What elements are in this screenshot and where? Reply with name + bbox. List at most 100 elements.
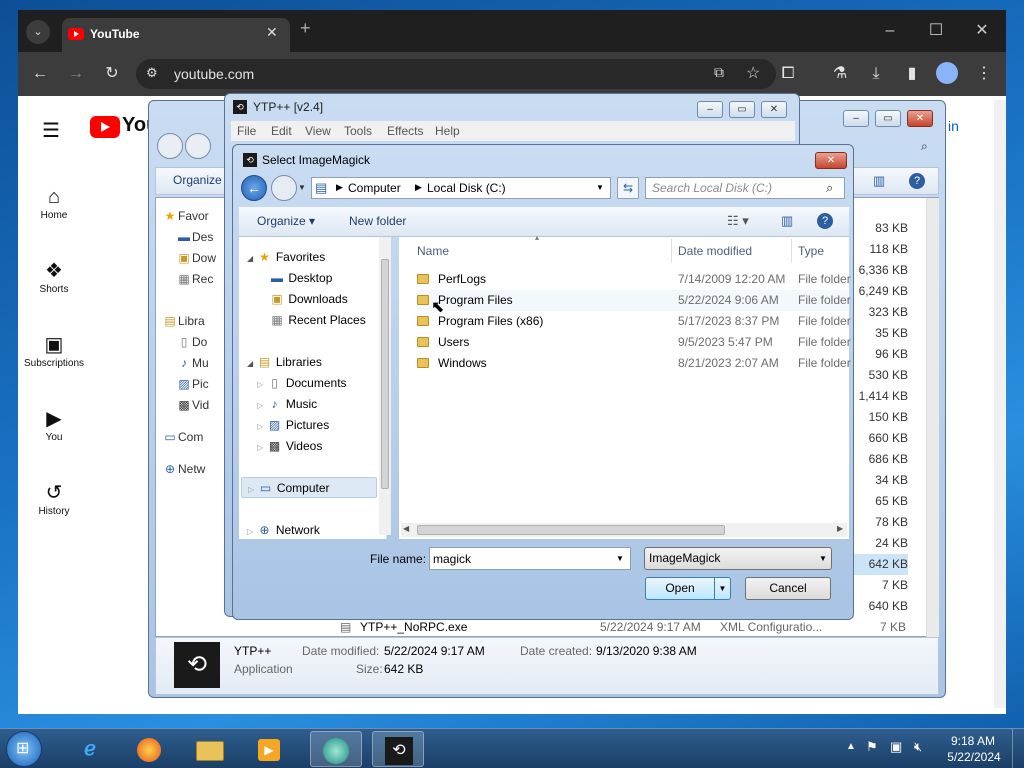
collapsed-arrow-icon[interactable]: ▷ (257, 422, 263, 431)
explorer-preview-pane-icon[interactable]: ▥ (873, 173, 885, 189)
file-row-program-files-x86[interactable]: Program Files (x86) 5/17/2023 8:37 PM Fi… (417, 311, 851, 332)
expand-arrow-icon[interactable]: ◢ (247, 254, 253, 263)
explorer-organize-button[interactable]: Organize (173, 173, 222, 187)
menu-kebab-icon[interactable]: ⋮ (970, 60, 998, 88)
action-center-flag-icon[interactable]: ⚑ (866, 739, 878, 755)
ytp-minimize-button[interactable]: – (697, 101, 723, 118)
explorer-forward-button[interactable] (185, 133, 211, 159)
refresh-button[interactable]: ⇆ (617, 177, 639, 199)
expand-arrow-icon[interactable]: ◢ (247, 359, 253, 368)
horizontal-scrollbar[interactable]: ◀ ▶ (401, 523, 847, 537)
cancel-button[interactable]: Cancel (745, 577, 831, 600)
taskbar-firefox[interactable] (124, 731, 176, 767)
install-app-icon[interactable]: ⧉ (714, 64, 724, 81)
labs-icon[interactable]: ⚗ (826, 60, 854, 88)
new-folder-button[interactable]: New folder (349, 214, 406, 228)
extensions-icon[interactable]: ⧠ (774, 60, 802, 88)
new-tab-button[interactable]: + (300, 18, 311, 39)
nav-documents[interactable]: ▷ ▯ Documents (257, 373, 347, 394)
start-button[interactable]: ⊞ (6, 731, 42, 767)
nav-network[interactable]: ▷ ⊕ Network (247, 520, 320, 541)
menu-effects[interactable]: Effects (387, 124, 423, 138)
nav-recent-places[interactable]: ▦ Recent Places (269, 310, 365, 331)
taskbar-app-green[interactable] (310, 731, 362, 767)
explorer-minimize-button[interactable]: – (843, 110, 869, 127)
volume-muted-icon[interactable]: 🔇︎ (914, 739, 922, 755)
taskbar-media[interactable]: ▶ (244, 731, 296, 767)
filename-dropdown-icon[interactable]: ▼ (616, 554, 624, 563)
sidebar-item-you[interactable]: ▶ You (18, 406, 90, 443)
nav-music[interactable]: ▷ ♪ Music (257, 394, 317, 415)
explorer-close-button[interactable]: ✕ (907, 110, 933, 127)
network-tray-icon[interactable]: ▣ (890, 739, 902, 755)
tab-youtube[interactable]: YouTube ✕ (62, 18, 290, 52)
menu-tools[interactable]: Tools (344, 124, 372, 138)
bookmark-star-icon[interactable]: ☆ (746, 63, 760, 83)
profile-avatar-icon[interactable] (936, 62, 958, 84)
taskbar-ie[interactable]: ℯ (64, 731, 116, 767)
nav-computer[interactable]: ▷ ▭ Computer (241, 477, 377, 498)
file-row-users[interactable]: Users 9/5/2023 5:47 PM File folder (417, 332, 851, 353)
explorer-file-row[interactable]: ▤ YTP++_NoRPC.exe 5/22/2024 9:17 AM XML … (340, 617, 910, 638)
site-info-icon[interactable]: ⚙ (146, 65, 158, 81)
explorer-back-button[interactable] (157, 133, 183, 159)
download-icon[interactable]: ⤓ (862, 60, 890, 88)
breadcrumb-local-disk[interactable]: Local Disk (C:) (427, 181, 506, 195)
ytp-maximize-button[interactable]: ▭ (729, 101, 755, 118)
dialog-forward-button[interactable] (271, 175, 297, 201)
explorer-help-icon[interactable]: ? (909, 173, 925, 189)
file-row-perflogs[interactable]: PerfLogs 7/14/2009 12:20 AM File folder (417, 269, 851, 290)
sidebar-item-subscriptions[interactable]: ▣ Subscriptions (18, 332, 90, 369)
menu-file[interactable]: File (237, 124, 256, 138)
recent-locations-icon[interactable]: ▼ (298, 183, 306, 192)
nav-favorites[interactable]: ◢ ★ Favorites (247, 247, 325, 268)
sign-in-fragment[interactable]: in (948, 118, 959, 134)
column-header-type[interactable]: Type (798, 239, 824, 263)
menu-edit[interactable]: Edit (271, 124, 292, 138)
tab-close-icon[interactable]: ✕ (266, 24, 278, 41)
explorer-search-icon[interactable]: ⌕ (921, 139, 928, 154)
address-bar[interactable]: ▤ ▶ Computer ▶ Local Disk (C:) ▼ (311, 177, 611, 199)
collapsed-arrow-icon[interactable]: ▷ (247, 527, 253, 536)
show-desktop-button[interactable] (1012, 729, 1024, 768)
file-type-select[interactable]: ImageMagick ▼ (644, 547, 832, 570)
file-row-program-files[interactable]: Program Files 5/22/2024 9:06 AM File fol… (417, 290, 851, 311)
collapsed-arrow-icon[interactable]: ▷ (257, 401, 263, 410)
reload-icon[interactable]: ↻ (98, 60, 126, 88)
view-options-icon[interactable]: ☷ ▾ (727, 213, 749, 229)
sidebar-item-history[interactable]: ↺ History (18, 480, 90, 517)
nav-videos[interactable]: ▷ ▩ Videos (257, 436, 322, 457)
maximize-button[interactable]: ☐ (916, 18, 956, 44)
explorer-scrollbar[interactable] (926, 198, 939, 638)
nav-libraries[interactable]: ◢ ▤ Libraries (247, 352, 322, 373)
nav-scrollbar[interactable] (379, 237, 391, 535)
open-split-dropdown-icon[interactable]: ▼ (714, 578, 730, 599)
column-header-date[interactable]: Date modified (678, 239, 752, 263)
tray-overflow-icon[interactable]: ▲ (846, 741, 856, 752)
address-dropdown-icon[interactable]: ▼ (596, 183, 604, 192)
sidebar-item-shorts[interactable]: ❖ Shorts (18, 258, 90, 295)
nav-desktop[interactable]: ▬ Desktop (269, 268, 332, 289)
dialog-close-button[interactable]: ✕ (815, 152, 847, 169)
filename-input[interactable]: magick ▼ (429, 547, 631, 570)
search-icon[interactable]: ⌕ (826, 180, 833, 196)
nav-downloads[interactable]: ▣ Downloads (269, 289, 347, 310)
menu-help[interactable]: Help (435, 124, 460, 138)
close-button[interactable]: ✕ (962, 18, 1002, 44)
collapsed-arrow-icon[interactable]: ▷ (257, 443, 263, 452)
column-header-name[interactable]: Name (417, 239, 449, 263)
side-panel-icon[interactable]: ▮ (898, 60, 926, 88)
file-row-windows[interactable]: Windows 8/21/2023 2:07 AM File folder (417, 353, 851, 374)
minimize-button[interactable]: – (870, 18, 910, 44)
menu-view[interactable]: View (305, 124, 331, 138)
help-icon[interactable]: ? (817, 213, 833, 229)
clock-date[interactable]: 5/22/2024 (944, 750, 1004, 764)
scroll-left-icon[interactable]: ◀ (403, 524, 409, 533)
hamburger-icon[interactable]: ☰ (42, 118, 60, 143)
taskbar-explorer[interactable] (184, 731, 236, 767)
ytp-close-button[interactable]: ✕ (761, 101, 787, 118)
nav-pictures[interactable]: ▷ ▨ Pictures (257, 415, 329, 436)
organize-button[interactable]: Organize ▾ (257, 214, 315, 228)
sidebar-item-home[interactable]: ⌂ Home (18, 184, 90, 221)
dialog-back-button[interactable]: ← (241, 175, 267, 201)
